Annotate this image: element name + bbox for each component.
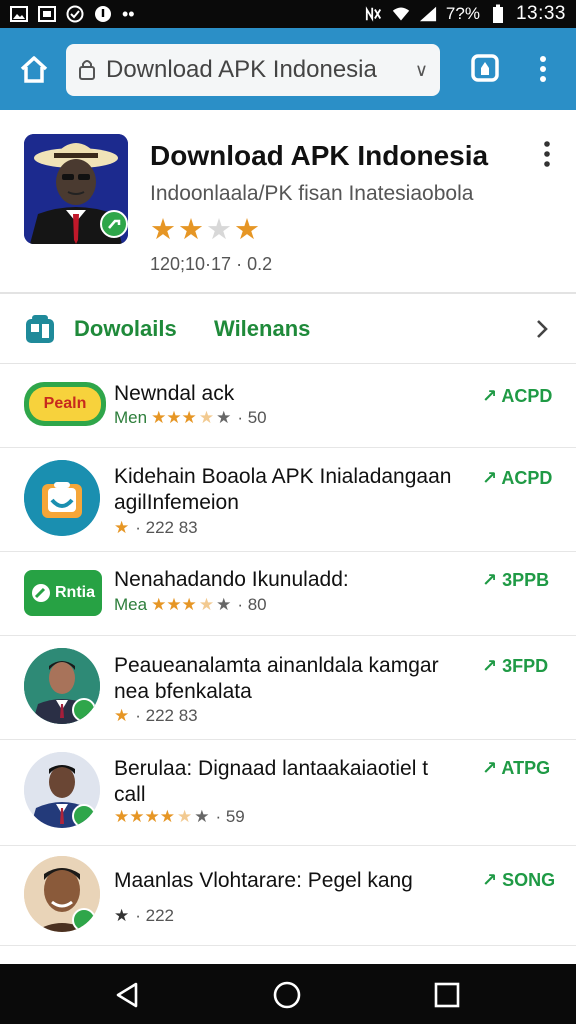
yellow-pill-icon: Pealn <box>24 382 106 426</box>
app-icon-label: Pealn <box>29 387 101 421</box>
star-icon: ★ <box>114 706 130 725</box>
app-title: Maanlas Vlohtarare: Pegel kang <box>114 869 413 892</box>
app-title: Berulaa: Dignaad lantaakaiaotiel t call <box>114 757 429 806</box>
nfc-mute-icon <box>365 5 383 23</box>
rating-prefix: Mea <box>114 595 148 614</box>
home-circle-icon[interactable] <box>272 980 302 1010</box>
star-icon: ★ <box>114 518 130 537</box>
overflow-menu-icon[interactable] <box>534 54 552 84</box>
rating-count: · 50 <box>237 408 267 427</box>
app-title: Download APK Indonesia <box>150 140 489 171</box>
app-rating: ★ · 222 83 <box>114 518 198 538</box>
system-nav-bar <box>0 964 576 1024</box>
price-label[interactable]: ↗ ACPD <box>482 468 552 489</box>
rating-count: · 222 83 <box>135 706 198 725</box>
app-rating-stars: ★ ★ ★ ★ <box>150 212 260 247</box>
status-notifications: •• <box>10 4 135 25</box>
gallery-icon <box>38 5 56 23</box>
app-rating: ★★★★ ★ ★ · 59 <box>114 807 245 827</box>
more-options-icon[interactable] <box>540 140 554 168</box>
star-icon: ★★★★ <box>114 807 175 826</box>
star-empty-icon: ★ <box>194 807 210 826</box>
shield-icon <box>94 5 112 23</box>
app-rating: Mea ★★★ ★ ★ · 80 <box>114 595 267 615</box>
price-label[interactable]: ↗ 3FPD <box>482 656 548 677</box>
store-icon <box>24 313 56 345</box>
star-empty-icon: ★ <box>216 408 232 427</box>
rating-prefix: Men <box>114 408 148 427</box>
app-header: Download APK Indonesia Indoonlaala/PK fi… <box>0 110 576 294</box>
chevron-right-icon[interactable] <box>534 318 550 340</box>
battery-percent: 7?% <box>445 4 480 23</box>
status-bar: •• 7?% 13:33 <box>0 0 576 28</box>
star-half-icon: ★ <box>198 408 215 427</box>
app-rating: ★ · 222 <box>114 906 174 926</box>
app-verified-badge <box>100 210 128 238</box>
app-subtitle: Indoonlaala/PK fisan Inatesiaobola <box>150 182 474 205</box>
browser-toolbar: Download APK Indonesia ∨ <box>0 28 576 110</box>
chevron-down-icon[interactable]: ∨ <box>415 60 428 81</box>
price-label[interactable]: ↗ ATPG <box>482 758 550 779</box>
star-icon: ★ <box>178 214 204 246</box>
wifi-icon <box>392 5 410 23</box>
clock: 13:33 <box>515 3 566 24</box>
verified-badge <box>72 804 96 828</box>
star-half-icon: ★ <box>198 595 215 614</box>
man-casual-avatar-icon <box>24 856 100 932</box>
app-title: Nenahadando Ikunuladd: <box>114 568 349 591</box>
list-item[interactable]: Berulaa: Dignaad lantaakaiaotiel t call … <box>0 740 576 846</box>
list-item[interactable]: Pealn Newndal ack Men ★★★ ★ ★ · 50 ↗ ACPD <box>0 366 576 448</box>
list-item[interactable]: Rntia Nenahadando Ikunuladd: Mea ★★★ ★ ★ ·… <box>0 552 576 636</box>
man-suit-avatar-icon <box>24 752 100 828</box>
star-empty-icon: ★ <box>216 595 232 614</box>
star-icon: ★ <box>150 214 176 246</box>
recents-icon[interactable] <box>432 980 462 1010</box>
rating-count: · 80 <box>237 595 267 614</box>
check-circle-icon <box>66 5 84 23</box>
battery-icon <box>489 4 507 23</box>
list-item[interactable]: Kidehain Boaola APK Inialadangaan agilIn… <box>0 448 576 552</box>
verified-badge <box>72 698 96 722</box>
verified-badge <box>72 908 96 932</box>
tabs-row: Dowolails Wilenans <box>0 296 576 364</box>
man-avatar-icon <box>24 648 100 724</box>
green-rect-icon: Rntia <box>24 570 102 616</box>
star-icon: ★★★ <box>151 595 197 614</box>
rating-count: · 222 83 <box>135 518 198 537</box>
app-title: Newndal ack <box>114 382 235 405</box>
image-icon <box>10 5 28 23</box>
url-bar[interactable]: Download APK Indonesia ∨ <box>66 44 440 96</box>
star-half-icon: ★ <box>176 807 193 826</box>
lock-icon <box>78 58 98 82</box>
more-notifications-icon: •• <box>122 3 135 24</box>
app-meta: 120;10·17 · 0.2 <box>150 254 273 274</box>
app-title: Peaueanalamta ainanldala kamgar nea bfen… <box>114 654 439 703</box>
tabs-icon[interactable] <box>470 53 500 83</box>
price-label[interactable]: ↗ ACPD <box>482 386 552 407</box>
url-text: Download APK Indonesia <box>106 56 377 83</box>
rating-count: · 59 <box>215 807 245 826</box>
shopping-bag-icon <box>24 460 100 536</box>
app-title: Kidehain Boaola APK Inialadangaan agilIn… <box>114 465 452 514</box>
app-rating: Men ★★★ ★ ★ · 50 <box>114 408 267 428</box>
back-icon[interactable] <box>112 980 142 1010</box>
price-label[interactable]: ↗ 3PPB <box>482 570 549 591</box>
signal-icon <box>419 5 437 23</box>
star-icon: ★ <box>114 906 130 925</box>
tab-downloads[interactable]: Dowolails <box>74 316 177 342</box>
home-icon[interactable] <box>18 54 50 84</box>
price-label[interactable]: ↗ SONG <box>482 870 555 891</box>
star-icon: ★★★ <box>151 408 197 427</box>
star-empty-icon: ★ <box>206 214 232 246</box>
app-icon-label: Rntia <box>55 584 95 601</box>
rating-count: · 222 <box>135 906 174 925</box>
star-icon: ★ <box>234 214 260 246</box>
list-item[interactable]: Peaueanalamta ainanldala kamgar nea bfen… <box>0 636 576 740</box>
tab-wilenans[interactable]: Wilenans <box>214 316 310 342</box>
list-item[interactable]: Maanlas Vlohtarare: Pegel kang ★ · 222 ↗… <box>0 846 576 946</box>
app-rating: ★ · 222 83 <box>114 706 198 726</box>
